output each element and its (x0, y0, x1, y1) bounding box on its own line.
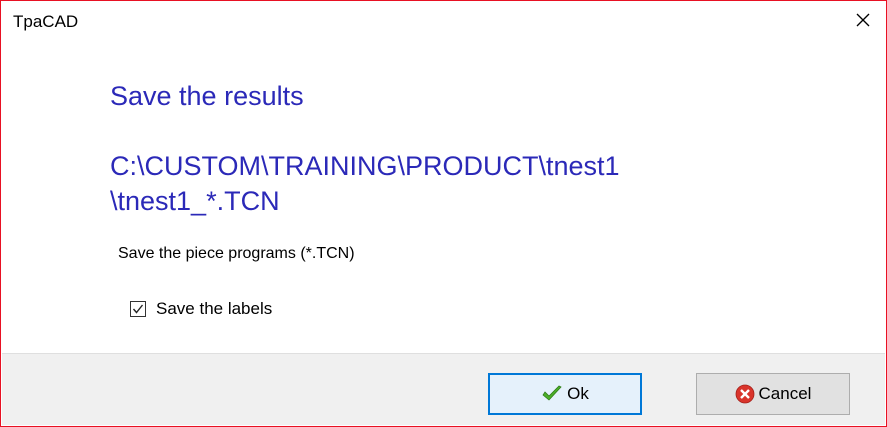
save-path-line1: C:\CUSTOM\TRAINING\PRODUCT\tnest1 (110, 151, 620, 181)
dialog-heading: Save the results (110, 81, 304, 111)
description-text: Save the piece programs (*.TCN) (118, 245, 355, 262)
dialog-window: TpaCAD Save the results C:\CUSTOM\TRAINI… (0, 0, 887, 427)
close-icon (856, 13, 870, 27)
title-bar[interactable]: TpaCAD (1, 1, 886, 39)
save-labels-label: Save the labels (156, 299, 273, 318)
save-path-line2: \tnest1_*.TCN (110, 186, 280, 216)
close-button[interactable] (840, 1, 886, 39)
checkmark-icon (541, 385, 563, 403)
cancel-button[interactable]: Cancel (696, 373, 850, 415)
window-title: TpaCAD (13, 12, 79, 31)
checkmark-icon (132, 304, 144, 314)
ok-button-label: Ok (567, 384, 589, 403)
cancel-icon (735, 384, 755, 404)
save-path: C:\CUSTOM\TRAINING\PRODUCT\tnest1 \tnest… (110, 149, 620, 219)
button-bar: Ok Cancel (2, 353, 885, 425)
cancel-button-label: Cancel (758, 384, 812, 403)
save-labels-checkbox[interactable] (130, 301, 146, 317)
ok-button[interactable]: Ok (488, 373, 642, 415)
save-labels-option[interactable]: Save the labels (130, 299, 272, 319)
